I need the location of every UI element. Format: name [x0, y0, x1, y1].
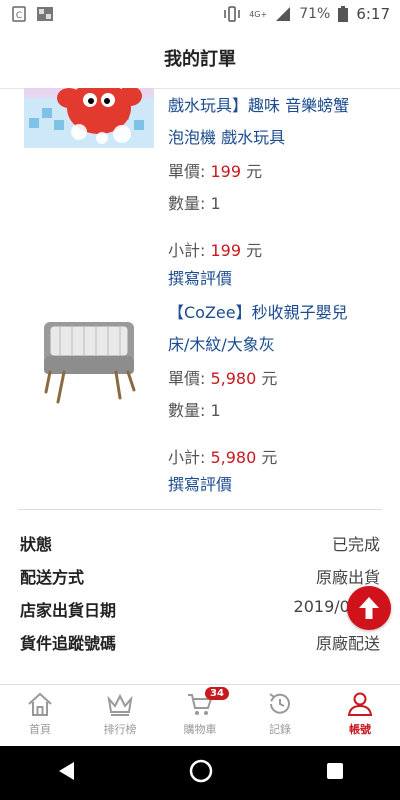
subtotal-value: 5,980 — [210, 448, 257, 467]
subtotal: 小計: 5,980 元 — [168, 448, 278, 467]
product-image[interactable] — [24, 310, 154, 410]
tracking-number-label: 貨件追蹤號碼 — [20, 634, 117, 653]
unit-price: 單價: 199 元 — [168, 162, 263, 181]
section-divider — [18, 509, 382, 510]
scroll-to-top-button[interactable] — [347, 586, 391, 630]
notification-icon: C — [12, 6, 26, 22]
order-status-label: 狀態 — [20, 535, 53, 554]
ship-date-row: 店家出貨日期 2019/06 — [20, 597, 380, 621]
signal-icon — [276, 7, 291, 21]
tab-cart-label: 購物車 — [183, 723, 217, 736]
page-title: 我的訂單 — [164, 49, 236, 70]
vibrate-icon — [224, 6, 240, 22]
clock: 6:17 — [356, 5, 390, 23]
battery-icon — [338, 6, 349, 22]
tab-home-label: 首頁 — [29, 723, 51, 736]
unit-price-value: 199 — [210, 162, 242, 181]
tab-account[interactable]: 帳號 — [320, 685, 400, 747]
status-bar: C 4G+ 71% 6:17 — [0, 0, 400, 28]
svg-text:C: C — [16, 11, 22, 21]
network-label: 4G+ — [249, 9, 268, 19]
unit-price: 單價: 5,980 元 — [168, 369, 278, 388]
crab-toy-image — [24, 88, 154, 148]
write-review-link[interactable]: 撰寫評價 — [168, 265, 232, 289]
app-header: 我的訂單 — [0, 28, 400, 89]
recents-icon — [327, 763, 343, 779]
baby-crib-image — [44, 322, 136, 404]
system-nav-bar — [0, 746, 400, 800]
quantity: 數量: 1 — [168, 401, 221, 420]
subtotal-value: 199 — [210, 241, 242, 260]
tab-ranking[interactable]: 排行榜 — [80, 685, 160, 747]
tab-history-label: 記錄 — [269, 723, 291, 736]
gallery-icon — [37, 7, 53, 21]
person-icon — [347, 692, 373, 716]
recents-button[interactable] — [326, 762, 344, 784]
history-icon — [269, 693, 290, 714]
arrow-up-icon — [359, 597, 379, 619]
tab-account-label: 帳號 — [349, 723, 371, 736]
shipping-method-value: 原廠出貨 — [315, 568, 380, 587]
ship-date-label: 店家出貨日期 — [20, 601, 117, 620]
tracking-number-value: 原廠配送 — [315, 634, 380, 653]
tab-cart[interactable]: 34 購物車 — [160, 685, 240, 747]
product-title[interactable]: 【CoZee】秒收親子嬰兒 床/木紋/大象灰 — [168, 297, 383, 361]
unit-price-value: 5,980 — [210, 369, 257, 388]
tab-home[interactable]: 首頁 — [0, 685, 80, 747]
home-circle-icon — [189, 759, 213, 783]
write-review-link[interactable]: 撰寫評價 — [168, 471, 232, 495]
quantity: 數量: 1 — [168, 194, 221, 213]
shipping-method-row: 配送方式 原廠出貨 — [20, 564, 380, 588]
back-icon — [59, 762, 74, 780]
order-detail-content[interactable]: 戲水玩具】趣味 音樂螃蟹 泡泡機 戲水玩具 單價: 199 元 數量: 1 小計… — [0, 88, 400, 684]
crown-icon — [107, 693, 133, 716]
home-icon — [28, 692, 52, 716]
back-button[interactable] — [56, 760, 76, 786]
order-status-value: 已完成 — [331, 535, 380, 554]
cart-count-badge: 34 — [205, 687, 229, 700]
order-status-row: 狀態 已完成 — [20, 531, 380, 555]
bottom-tab-bar: 首頁 排行榜 34 購物車 記錄 帳號 — [0, 684, 400, 747]
product-title[interactable]: 戲水玩具】趣味 音樂螃蟹 泡泡機 戲水玩具 — [168, 90, 383, 154]
subtotal: 小計: 199 元 — [168, 241, 263, 260]
shipping-method-label: 配送方式 — [20, 568, 85, 587]
home-button[interactable] — [188, 758, 214, 788]
battery-percent: 71% — [299, 6, 331, 22]
tab-history[interactable]: 記錄 — [240, 685, 320, 747]
tab-ranking-label: 排行榜 — [103, 723, 137, 736]
tracking-number-row: 貨件追蹤號碼 原廠配送 — [20, 630, 380, 654]
product-image[interactable] — [24, 88, 154, 148]
